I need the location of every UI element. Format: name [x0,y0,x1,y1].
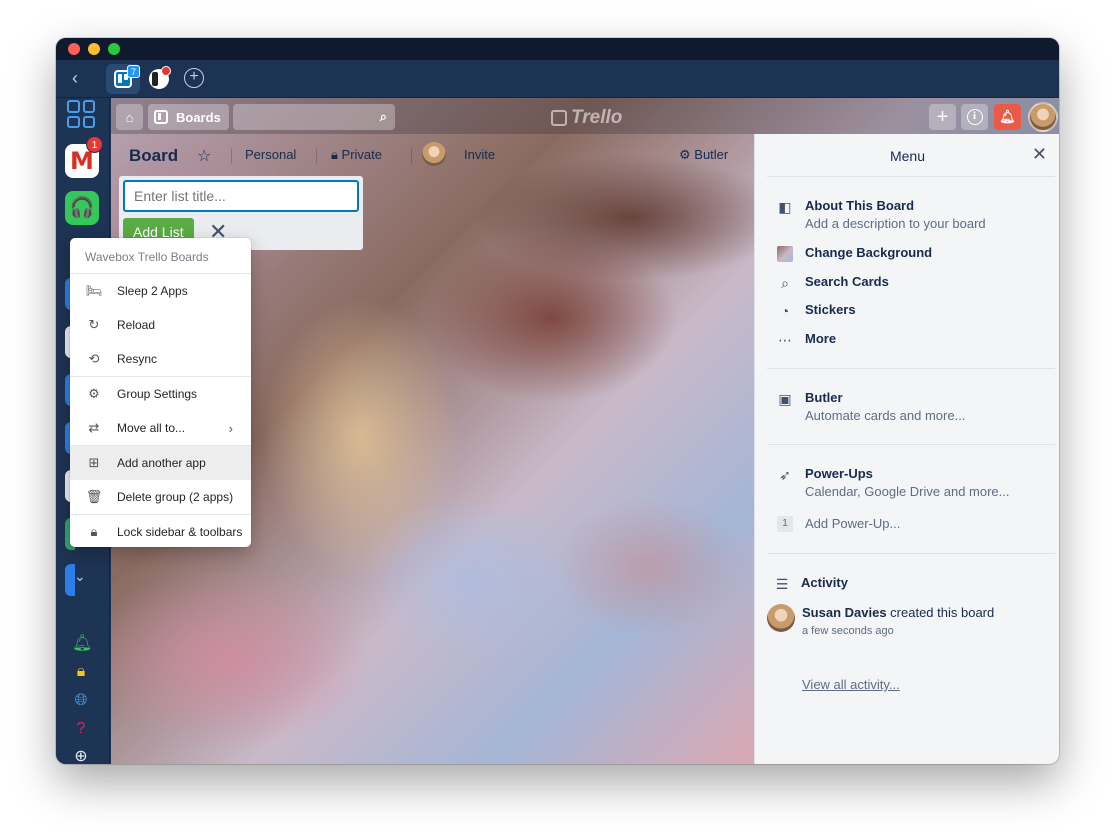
resync-icon: ⟲ [88,351,100,366]
rocket-icon: ➶ [779,467,791,483]
visibility-button[interactable]: 🔒︎ Private [331,147,382,163]
chevron-down-icon[interactable]: ⌄ [74,568,86,585]
close-icon[interactable]: ✕ [1032,144,1047,165]
butler-icon: ⚙︎ [679,147,695,162]
divider [767,553,1055,554]
add-another-app-item[interactable]: ⊞ Add another app [70,446,251,480]
lock-icon[interactable]: 🔒︎ [72,663,90,681]
reload-icon: ↻ [88,317,100,332]
globe-icon[interactable]: 🌐︎ [72,692,90,710]
info-icon: i [966,109,983,125]
lock-icon: 🔒︎ [90,524,98,539]
context-menu: Wavebox Trello Boards 🛏︎ Sleep 2 Apps ↻ Re… [70,238,251,547]
activity-time[interactable]: a few seconds ago [802,625,894,637]
group-settings-item[interactable]: ⚙︎ Group Settings [70,377,251,411]
resync-item[interactable]: ⟲ Resync [70,342,251,376]
star-icon[interactable]: ☆ [197,146,211,166]
tab-bar: ‹ 7 + [56,60,1059,98]
title-bar [56,38,1059,60]
activity-entry: Susan Davies created this board [802,605,995,620]
context-menu-header: Wavebox Trello Boards [70,238,251,274]
invite-button[interactable]: Invite [464,147,495,162]
minimize-window-button[interactable] [88,43,100,55]
butler-icon: ▣ [778,391,792,407]
divider [767,444,1055,445]
activity-avatar[interactable] [767,604,795,632]
divider [316,148,317,164]
member-avatar[interactable] [422,142,446,166]
search-cards-item[interactable]: ⌕ Search Cards [777,274,1047,292]
delete-icon: 🗑︎ [85,489,103,504]
team-button[interactable]: Personal [245,147,296,162]
trello-header: ⌂ Boards ⌕ Trello + i 🔔︎ [111,98,1059,134]
board-icon: ◧ [778,199,792,215]
board-title[interactable]: Board [129,146,178,166]
lock-icon: 🔒︎ [331,147,342,162]
tab-trello[interactable]: 7 [106,64,140,94]
divider [231,148,232,164]
user-avatar[interactable] [1028,102,1058,132]
home-button[interactable]: ⌂ [116,104,143,130]
change-background-item[interactable]: Change Background [777,245,1047,263]
power-ups-item[interactable]: ➶ Power-Ups Calendar, Google Drive and m… [777,466,1047,502]
boards-label: Boards [176,109,221,125]
more-item[interactable]: ⋯ More [777,331,1047,349]
activity-icon: ☰ [775,576,789,592]
gmail-badge: 1 [86,136,103,153]
help-icon[interactable]: ? [72,720,90,738]
boards-icon [154,110,168,124]
stickers-item[interactable]: ◔ Stickers [777,302,1047,320]
app-window: ‹ 7 + M 1 🎧 ⌄ 🔔︎ 🔒︎ 🌐︎ ? ⊕ ⌂ Boards ⌕ Tr… [56,38,1059,764]
power-up-count: 1 [777,516,793,532]
reload-item[interactable]: ↻ Reload [70,308,251,342]
add-app-icon: ⊞ [88,455,100,470]
notification-dot [161,66,171,76]
zoom-window-button[interactable] [108,43,120,55]
close-window-button[interactable] [68,43,80,55]
trello-logo-icon [551,110,567,126]
bell-icon[interactable]: 🔔︎ [72,635,92,653]
divider [767,368,1055,369]
search-box[interactable]: ⌕ [233,104,395,130]
butler-button[interactable]: ⚙︎ Butler [679,147,728,163]
view-all-activity-link[interactable]: View all activity... [802,677,900,692]
trello-logo: Trello [551,107,622,129]
divider [411,148,412,164]
create-button[interactable]: + [929,104,956,130]
move-all-item[interactable]: ⇄ Move all to... › [70,411,251,445]
search-icon: ⌕ [781,275,789,291]
boards-button[interactable]: Boards [148,104,229,130]
sleep-apps-item[interactable]: 🛏︎ Sleep 2 Apps [70,274,251,308]
tab-badge: 7 [127,65,140,78]
add-power-up-item[interactable]: 1 Add Power-Up... [777,516,1047,534]
headset-icon[interactable]: 🎧 [65,191,99,225]
notifications-button[interactable]: 🔔︎ [994,104,1021,130]
menu-title: Menu [889,148,926,164]
sticker-icon: ◔ [780,303,790,319]
add-tab-button[interactable]: + [184,68,204,88]
divider [767,176,1055,177]
info-button[interactable]: i [961,104,988,130]
list-title-input[interactable] [123,180,359,212]
grid-icon[interactable] [67,100,95,128]
lock-sidebar-item[interactable]: 🔒︎ Lock sidebar & toolbars [70,515,251,549]
background-thumbnail-icon [777,246,793,262]
activity-header: ☰ Activity [775,575,848,592]
gear-icon: ⚙︎ [88,386,100,401]
sleep-icon: 🛏︎ [85,283,103,298]
bell-icon: 🔔︎ [999,109,1016,124]
butler-item[interactable]: ▣ Butler Automate cards and more... [777,390,1047,426]
about-board-item[interactable]: ◧ About This Board Add a description to … [777,198,1047,234]
swap-icon: ⇄ [88,420,100,435]
tab-second-app[interactable] [142,64,176,94]
add-circle-icon[interactable]: ⊕ [72,748,90,764]
back-icon[interactable]: ‹ [72,68,78,89]
search-icon: ⌕ [379,109,387,124]
trello-content: ⌂ Boards ⌕ Trello + i 🔔︎ Board ☆ Persona… [111,98,1059,764]
board-menu: Menu ✕ ◧ About This Board Add a descript… [754,134,1059,764]
chevron-right-icon: › [228,420,233,436]
more-icon: ⋯ [778,332,792,348]
delete-group-item[interactable]: 🗑︎ Delete group (2 apps) [70,480,251,514]
board-header: Board ☆ Personal 🔒︎ Private Invite ⚙︎ Bu… [111,134,751,176]
